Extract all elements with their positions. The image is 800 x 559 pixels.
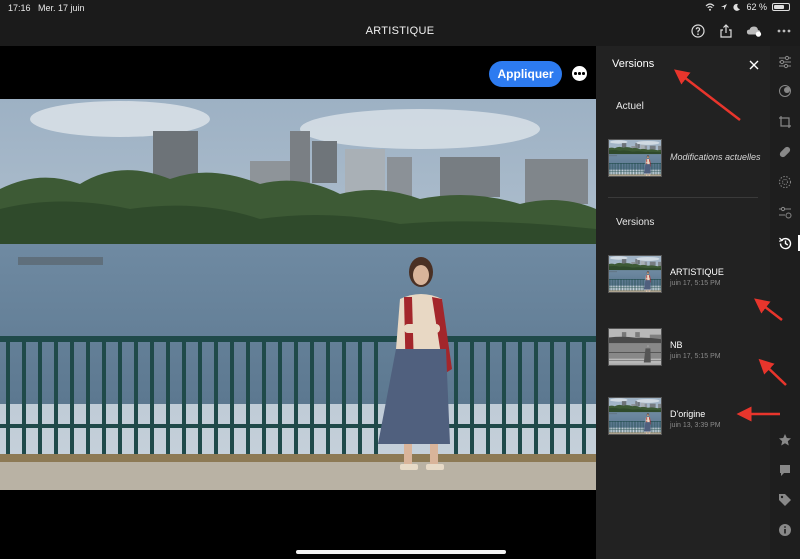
panel-title: Versions — [612, 58, 655, 70]
current-edits-item[interactable]: Modifications actuelles — [608, 139, 764, 187]
photo-canvas: Appliquer — [0, 46, 596, 559]
moon-icon — [733, 3, 741, 11]
version-date: juin 13, 3:39 PM — [670, 422, 721, 429]
apply-button[interactable]: Appliquer — [489, 61, 562, 87]
versions-icon[interactable] — [777, 235, 793, 251]
status-date: Mer. 17 juin — [38, 3, 85, 13]
battery-icon — [772, 3, 790, 11]
panel-divider — [608, 197, 758, 198]
version-item[interactable]: NB juin 17, 5:15 PM — [608, 328, 764, 376]
current-edits-label: Modifications actuelles — [670, 152, 761, 162]
battery-fill — [774, 5, 784, 9]
status-right: 62 % — [705, 2, 790, 12]
healing-icon[interactable] — [777, 144, 793, 160]
version-date: juin 17, 5:15 PM — [670, 353, 721, 360]
comment-icon[interactable] — [777, 462, 793, 478]
version-date: juin 17, 5:15 PM — [670, 280, 721, 287]
battery-percent: 62 % — [746, 2, 767, 12]
document-title: ARTISTIQUE — [365, 25, 435, 37]
light-sliders-icon[interactable] — [777, 54, 793, 70]
wifi-icon — [706, 3, 715, 11]
version-thumbnail — [608, 397, 662, 435]
more-options-button[interactable] — [572, 66, 587, 81]
presets-icon[interactable] — [777, 204, 793, 220]
version-item[interactable]: D'origine juin 13, 3:39 PM — [608, 397, 764, 445]
tag-icon[interactable] — [777, 492, 793, 508]
version-thumbnail — [608, 328, 662, 366]
status-bar: 17:16 Mer. 17 juin 62 % — [0, 0, 800, 16]
versions-section-label: Versions — [616, 217, 655, 228]
help-icon[interactable] — [690, 23, 706, 39]
star-icon[interactable] — [777, 432, 793, 448]
version-item[interactable]: ARTISTIQUE juin 17, 5:15 PM — [608, 255, 764, 303]
more-icon[interactable] — [776, 23, 792, 39]
title-bar: ARTISTIQUE — [0, 16, 800, 46]
version-name: NB — [670, 340, 683, 350]
close-icon[interactable] — [748, 58, 760, 70]
versions-panel: Versions Actuel Modifications actuelles … — [596, 46, 770, 559]
version-name: ARTISTIQUE — [670, 267, 724, 277]
version-name: D'origine — [670, 409, 706, 419]
version-thumbnail — [608, 255, 662, 293]
cloud-sync-icon[interactable] — [746, 23, 762, 39]
current-section-label: Actuel — [616, 101, 644, 112]
location-icon — [721, 4, 728, 10]
status-time: 17:16 — [8, 3, 31, 13]
edited-photo — [0, 99, 596, 490]
color-icon[interactable] — [777, 83, 793, 99]
crop-icon[interactable] — [777, 114, 793, 130]
home-indicator[interactable] — [296, 550, 506, 554]
current-thumbnail — [608, 139, 662, 177]
edit-toolbar — [770, 46, 800, 559]
selective-icon[interactable] — [777, 174, 793, 190]
info-icon[interactable] — [777, 522, 793, 538]
share-icon[interactable] — [718, 23, 734, 39]
